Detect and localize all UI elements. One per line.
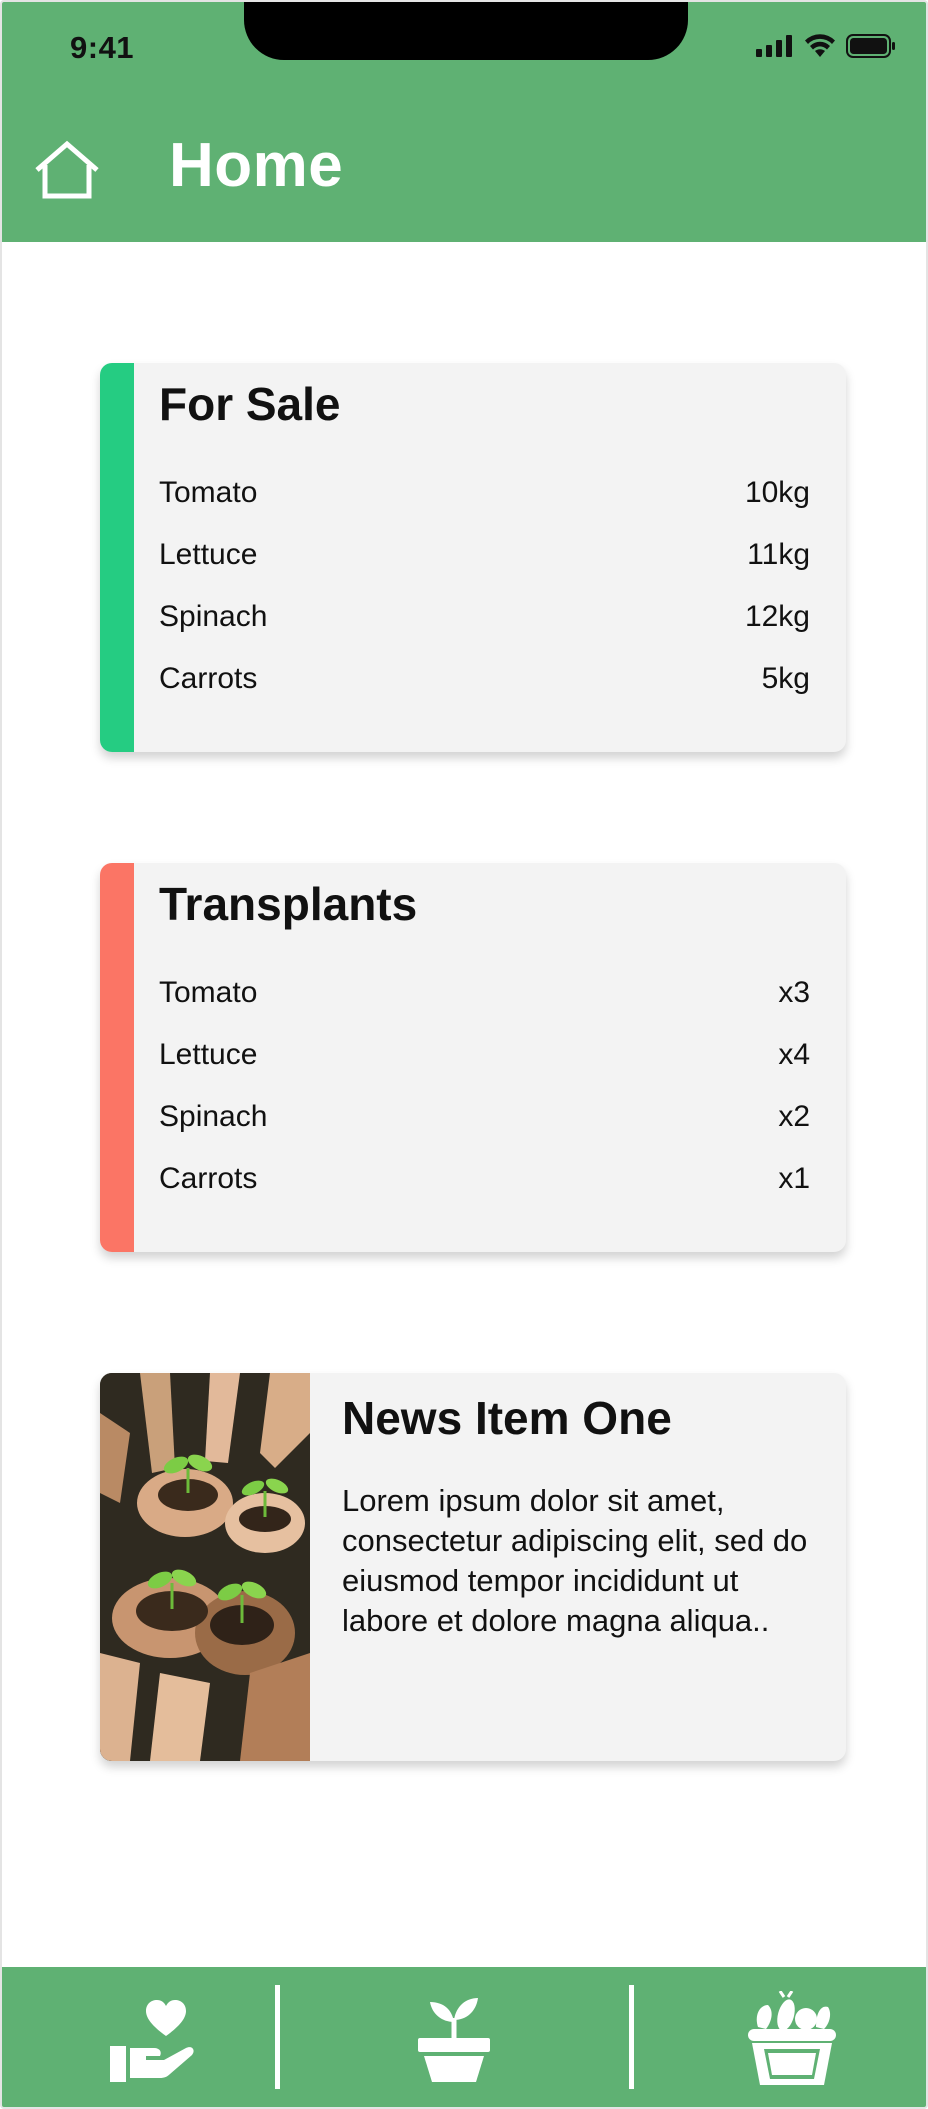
plant-pot-icon [418, 1998, 490, 2082]
phone-screen: 9:41 Home For Sale Tomato 10kg Lettuce 1… [0, 0, 928, 2109]
nav-donate-button[interactable] [97, 1991, 207, 2087]
item-count: x4 [778, 1038, 810, 1071]
list-item: Tomato 10kg [159, 473, 810, 513]
page-title: Home [169, 131, 344, 200]
produce-basket-icon [748, 1991, 836, 2085]
transplants-card[interactable]: Transplants Tomato x3 Lettuce x4 Spinach… [100, 863, 846, 1252]
for-sale-title: For Sale [159, 378, 341, 430]
list-item: Carrots x1 [159, 1159, 810, 1199]
list-item: Lettuce 11kg [159, 535, 810, 575]
nav-divider [275, 1985, 280, 2089]
nav-produce-button[interactable] [737, 1991, 847, 2087]
status-time: 9:41 [70, 30, 135, 65]
nav-plants-button[interactable] [399, 1991, 509, 2087]
for-sale-card[interactable]: For Sale Tomato 10kg Lettuce 11kg Spinac… [100, 363, 846, 752]
item-count: x2 [778, 1100, 810, 1133]
list-item: Spinach 12kg [159, 597, 810, 637]
device-notch [244, 2, 688, 60]
item-name: Tomato [159, 976, 258, 1009]
bottom-nav [2, 1967, 926, 2107]
item-name: Spinach [159, 600, 268, 633]
news-image [100, 1373, 310, 1761]
battery-icon [846, 34, 895, 58]
transplants-title: Transplants [159, 878, 418, 930]
cellular-signal-icon [756, 35, 792, 57]
item-quantity: 10kg [744, 476, 810, 509]
list-item: Lettuce x4 [159, 1035, 810, 1075]
list-item: Carrots 5kg [159, 659, 810, 699]
item-name: Lettuce [159, 1038, 258, 1071]
app-header: 9:41 Home [2, 2, 926, 242]
transplants-accent-stripe [100, 863, 134, 1252]
list-item: Tomato x3 [159, 973, 810, 1013]
item-quantity: 5kg [761, 662, 810, 695]
wifi-icon [805, 34, 835, 57]
item-quantity: 12kg [744, 600, 810, 633]
news-title: News Item One [342, 1392, 672, 1444]
news-body: Lorem ipsum dolor sit amet, consectetur … [342, 1483, 808, 1638]
donate-hand-heart-icon [110, 2000, 194, 2082]
list-item: Spinach x2 [159, 1097, 810, 1137]
item-quantity: 11kg [747, 538, 810, 571]
for-sale-accent-stripe [100, 363, 134, 752]
item-name: Spinach [159, 1100, 268, 1133]
nav-divider [629, 1985, 634, 2089]
item-name: Lettuce [159, 538, 258, 571]
status-icons [756, 34, 896, 58]
item-name: Carrots [159, 1162, 258, 1195]
item-count: x3 [778, 976, 810, 1009]
item-name: Tomato [159, 476, 258, 509]
news-card[interactable]: News Item One Lorem ipsum dolor sit amet… [100, 1373, 846, 1761]
item-count: x1 [778, 1162, 810, 1195]
home-icon[interactable] [32, 140, 102, 200]
item-name: Carrots [159, 662, 258, 695]
